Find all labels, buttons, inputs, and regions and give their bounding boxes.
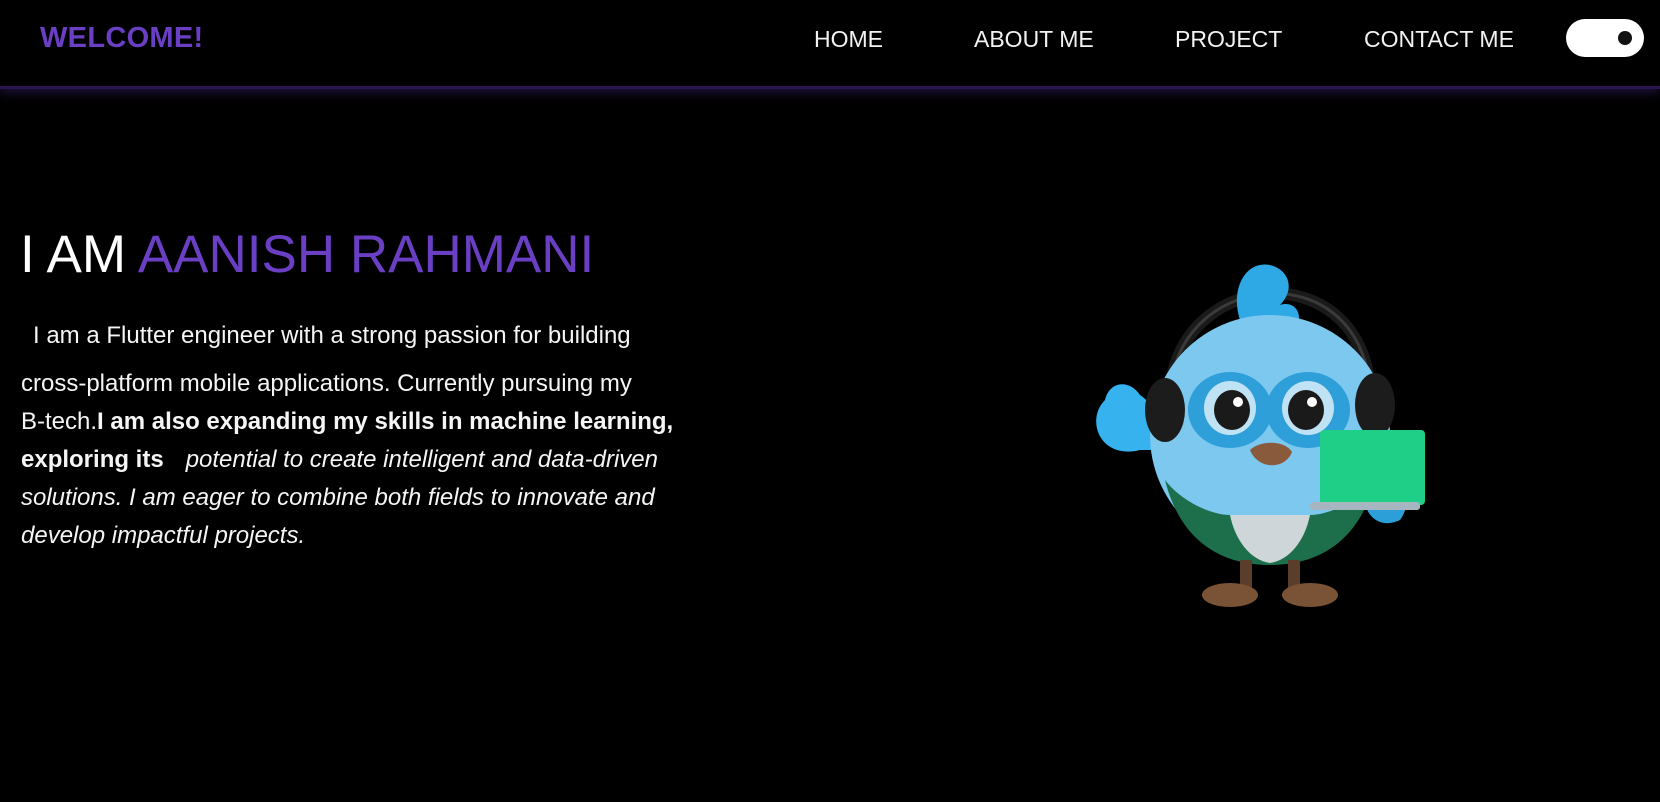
bio-line-6-italic: develop impactful projects. [21, 522, 306, 549]
bio-line-4: exploring its potential to create intelli… [21, 446, 658, 474]
laptop-base [1310, 502, 1420, 510]
top-navbar: WELCOME! HOME ABOUT ME PROJECT CONTACT M… [0, 0, 1660, 89]
bio-line-6: develop impactful projects. [21, 522, 305, 550]
left-eye-shine [1233, 397, 1243, 407]
right-pupil [1288, 390, 1324, 430]
portfolio-page: WELCOME! HOME ABOUT ME PROJECT CONTACT M… [0, 0, 1660, 802]
hero-title: I AM AANISH RAHMANI [20, 224, 594, 286]
bio-line-3: B-tech.I am also expanding my skills in … [21, 408, 673, 436]
laptop-screen [1320, 430, 1425, 505]
brand-logo-text[interactable]: WELCOME! [40, 22, 204, 55]
bio-line-3-bold: I am also expanding my skills in machine… [97, 408, 674, 435]
bio-line-4-italic: potential to create intelligent and data… [185, 446, 658, 473]
bio-line-1: I am a Flutter engineer with a strong pa… [33, 322, 631, 349]
nav-link-about-me[interactable]: ABOUT ME [974, 26, 1094, 53]
bio-line-4-bold: exploring its [21, 446, 164, 473]
bio-line-2: cross-platform mobile applications. Curr… [21, 370, 632, 397]
bio-line-3-plain: B-tech. [21, 408, 98, 435]
mascot-bird-illustration [1096, 264, 1425, 607]
nav-link-contact-me[interactable]: CONTACT ME [1364, 26, 1514, 53]
toggle-knob [1618, 31, 1632, 45]
right-eye-shine [1307, 397, 1317, 407]
bio-line-5-italic: solutions. I am eager to combine both fi… [21, 484, 655, 511]
theme-toggle-switch[interactable] [1566, 19, 1644, 57]
headphone-right-cup [1355, 373, 1395, 437]
left-pupil [1214, 390, 1250, 430]
left-foot [1202, 583, 1258, 607]
right-foot [1282, 583, 1338, 607]
hero-title-lead: I AM [20, 225, 138, 284]
bio-line-5: solutions. I am eager to combine both fi… [21, 484, 655, 512]
headphone-left-cup [1145, 378, 1185, 442]
hero-title-name: AANISH RAHMANI [137, 225, 595, 284]
nav-link-home[interactable]: HOME [814, 26, 883, 53]
nav-link-project[interactable]: PROJECT [1175, 26, 1282, 53]
